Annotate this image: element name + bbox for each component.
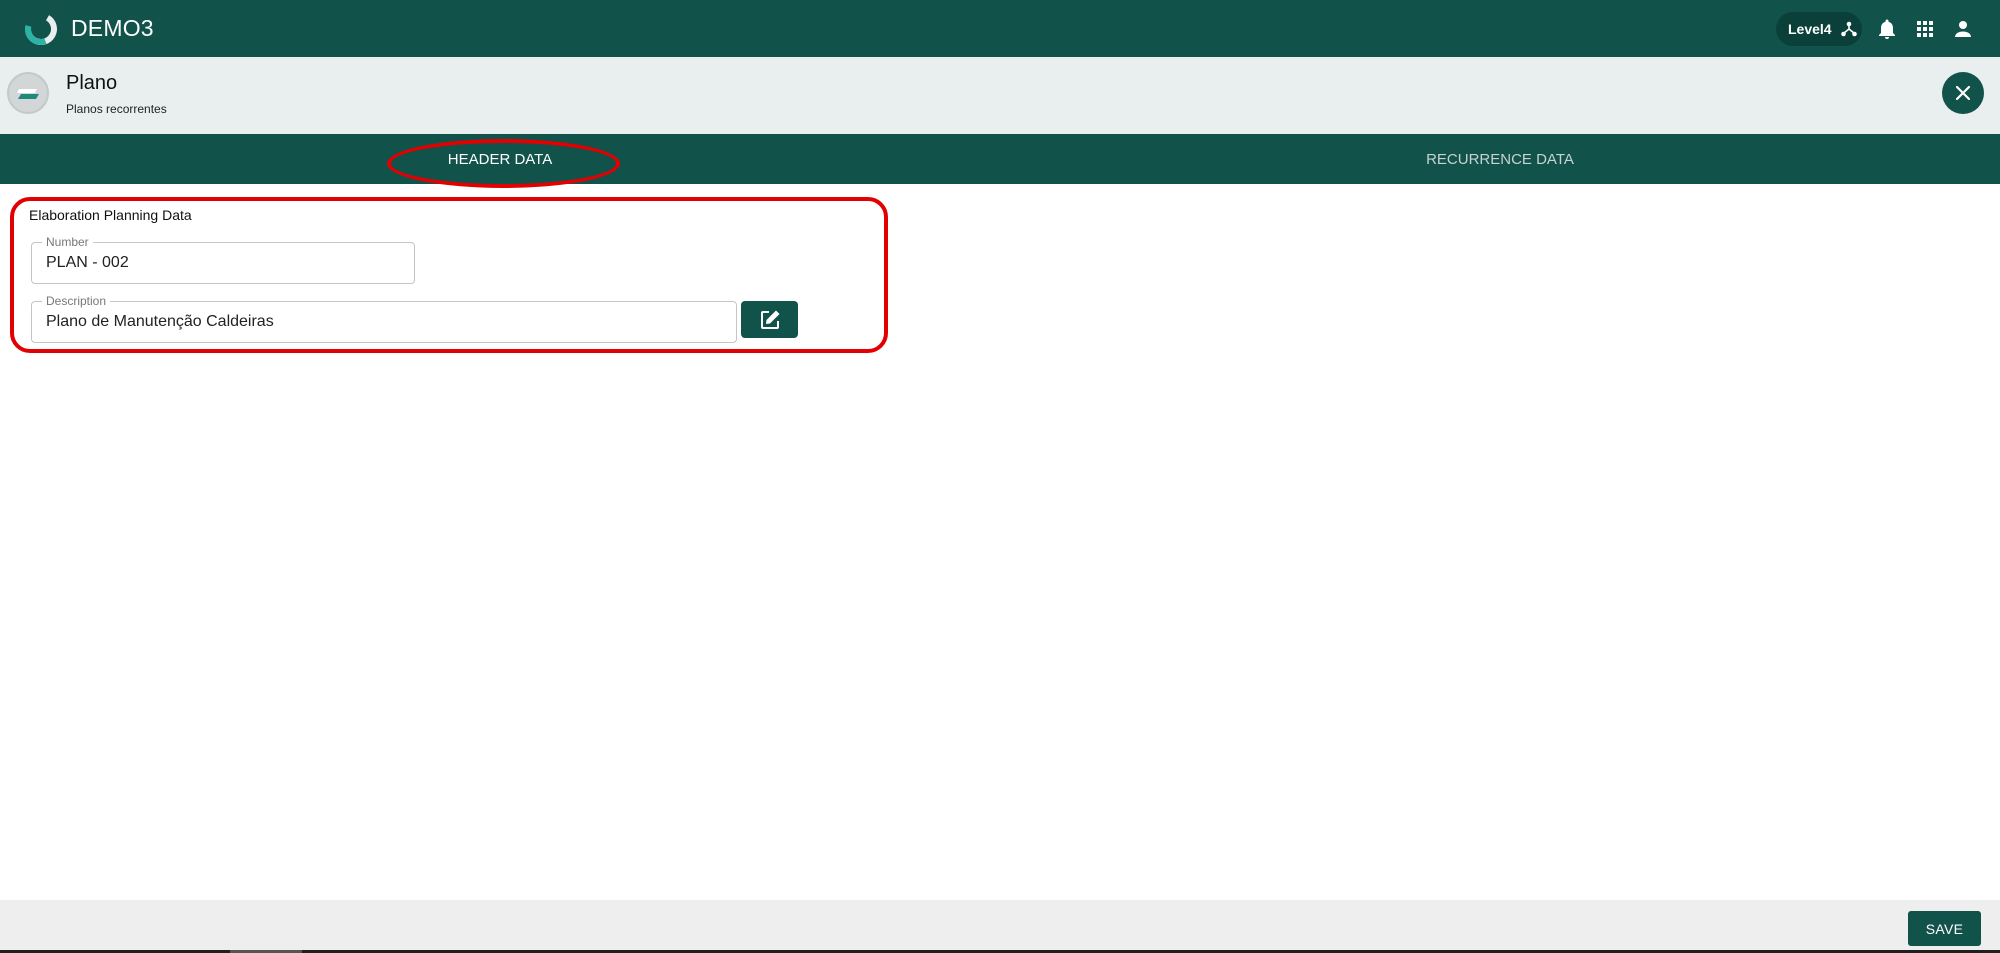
page-header: Plano Planos recorrentes xyxy=(0,57,2000,134)
module-logo-icon xyxy=(17,89,39,99)
page-subtitle: Planos recorrentes xyxy=(66,102,167,116)
description-field-label: Description xyxy=(42,294,111,308)
hierarchy-icon xyxy=(1840,21,1857,37)
edit-description-button[interactable] xyxy=(741,301,798,338)
module-logo xyxy=(7,72,49,114)
close-icon xyxy=(1955,85,1971,101)
description-field-value: Plano de Manutenção Caldeiras xyxy=(46,313,274,330)
number-field-label: Number xyxy=(42,235,93,249)
app-title: DEMO3 xyxy=(71,15,154,41)
save-button[interactable]: SAVE xyxy=(1908,911,1981,946)
page-title: Plano xyxy=(66,72,118,94)
apps-grid-icon[interactable] xyxy=(1913,17,1937,41)
tab-recurrence-data[interactable]: RECURRENCE DATA xyxy=(1000,134,2000,184)
level-label: Level4 xyxy=(1788,21,1832,37)
description-field[interactable]: Description Plano de Manutenção Caldeira… xyxy=(31,294,737,343)
top-app-bar: DEMO3 Level4 xyxy=(0,0,2000,57)
edit-icon xyxy=(760,310,779,329)
tab-header-data[interactable]: HEADER DATA xyxy=(0,134,1000,184)
user-icon[interactable] xyxy=(1951,17,1975,41)
bottom-action-bar: SAVE xyxy=(0,900,2000,950)
section-title: Elaboration Planning Data xyxy=(29,207,192,223)
number-field[interactable]: Number PLAN - 002 xyxy=(31,235,415,284)
tab-bar: HEADER DATA RECURRENCE DATA xyxy=(0,134,2000,184)
bell-icon[interactable] xyxy=(1875,17,1899,41)
level-selector[interactable]: Level4 xyxy=(1776,12,1862,46)
number-field-value: PLAN - 002 xyxy=(46,254,129,271)
close-button[interactable] xyxy=(1942,72,1984,114)
ring-logo-icon[interactable] xyxy=(22,10,60,48)
